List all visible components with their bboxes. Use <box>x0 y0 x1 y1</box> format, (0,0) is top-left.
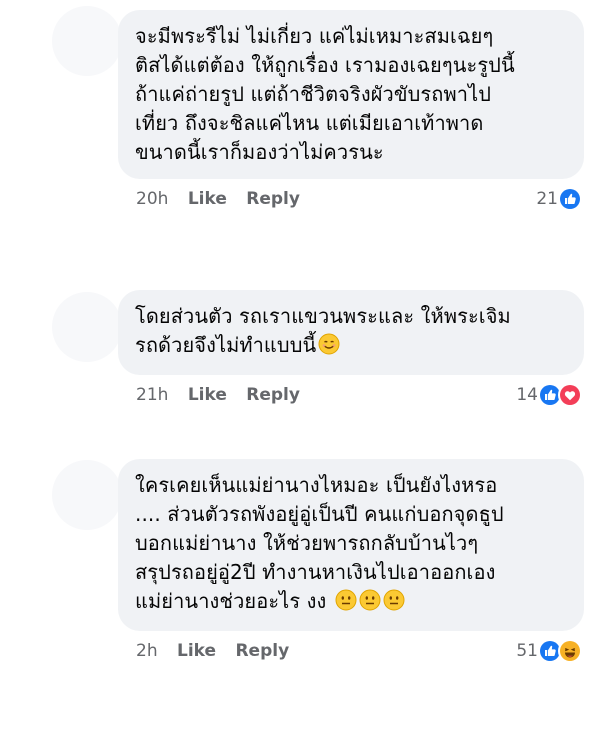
like-reaction-icon <box>558 187 582 211</box>
haha-reaction-icon <box>558 639 582 663</box>
comment-bubble: จะมีพระรีไม่ ไม่เกี่ยว แค่ไม่เหมาะสมเฉยๆ… <box>118 10 584 179</box>
reaction-count: 51 <box>516 641 538 661</box>
comment-3: ใครเคยเห็นแม่ย่านางไหมอะ เป็นยังไงหรอ ..… <box>118 459 584 663</box>
comment-text: ใครเคยเห็นแม่ย่านางไหมอะ เป็นยังไงหรอ ..… <box>135 471 570 619</box>
avatar[interactable] <box>52 292 122 362</box>
avatar[interactable] <box>52 460 122 530</box>
comment-text-body: ใครเคยเห็นแม่ย่านางไหมอะ เป็นยังไงหรอ ..… <box>135 473 504 613</box>
reaction-summary[interactable]: 51 <box>516 639 582 663</box>
reply-button[interactable]: Reply <box>246 189 300 209</box>
comment-2: โดยส่วนตัว รถเราแขวนพระและ ให้พระเจิม รถ… <box>118 290 584 407</box>
love-reaction-icon <box>558 383 582 407</box>
reaction-summary[interactable]: 14 <box>516 383 582 407</box>
comment-1: จะมีพระรีไม่ ไม่เกี่ยว แค่ไม่เหมาะสมเฉยๆ… <box>118 10 584 211</box>
reaction-count: 14 <box>516 385 538 405</box>
timestamp[interactable]: 21h <box>136 385 168 405</box>
reaction-count: 21 <box>536 189 558 209</box>
timestamp[interactable]: 2h <box>136 641 158 661</box>
comment-text: โดยส่วนตัว รถเราแขวนพระและ ให้พระเจิม รถ… <box>135 302 570 363</box>
comment-bubble: โดยส่วนตัว รถเราแขวนพระและ ให้พระเจิม รถ… <box>118 290 584 375</box>
like-button[interactable]: Like <box>188 385 227 405</box>
comment-meta: 21h Like Reply 14 <box>118 383 584 407</box>
smiling-face-emoji-icon <box>318 333 340 363</box>
neutral-face-emoji-icon <box>335 589 357 619</box>
like-button[interactable]: Like <box>188 189 227 209</box>
comment-bubble: ใครเคยเห็นแม่ย่านางไหมอะ เป็นยังไงหรอ ..… <box>118 459 584 631</box>
neutral-face-emoji-icon <box>383 589 405 619</box>
comment-text: จะมีพระรีไม่ ไม่เกี่ยว แค่ไม่เหมาะสมเฉยๆ… <box>135 24 515 164</box>
timestamp[interactable]: 20h <box>136 189 168 209</box>
avatar[interactable] <box>52 6 122 76</box>
reply-button[interactable]: Reply <box>235 641 289 661</box>
comment-meta: 20h Like Reply 21 <box>118 187 584 211</box>
comment-meta: 2h Like Reply 51 <box>118 639 584 663</box>
reaction-summary[interactable]: 21 <box>536 187 582 211</box>
neutral-face-emoji-icon <box>359 589 381 619</box>
like-button[interactable]: Like <box>177 641 216 661</box>
reply-button[interactable]: Reply <box>246 385 300 405</box>
